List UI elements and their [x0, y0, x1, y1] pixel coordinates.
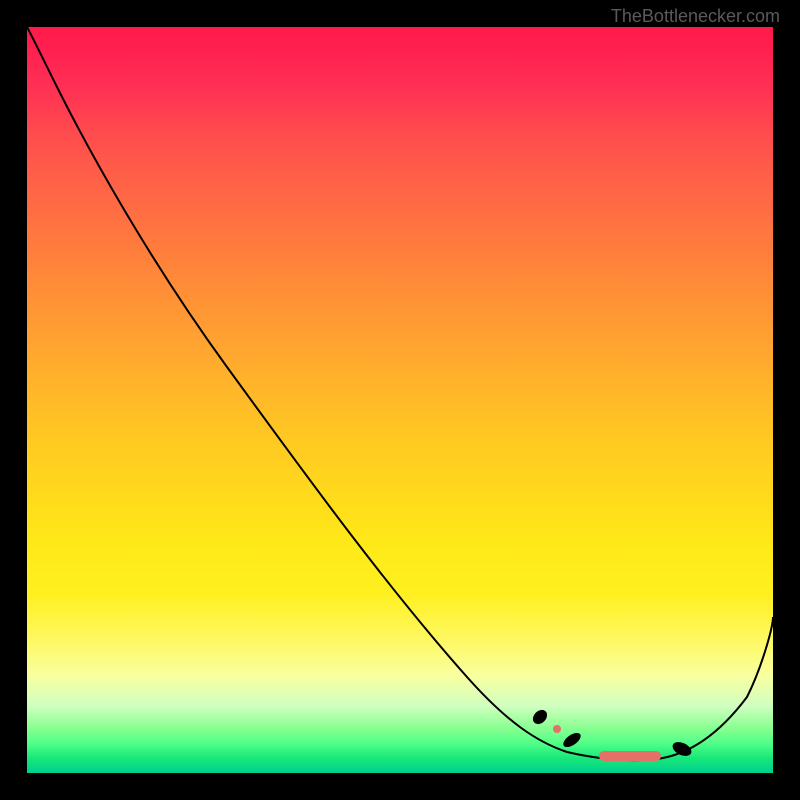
- curve-marker-bar: [599, 751, 661, 761]
- curve-svg: [27, 27, 773, 773]
- curve-marker: [530, 707, 550, 727]
- chart-container: [27, 27, 773, 773]
- attribution-text: TheBottlenecker.com: [611, 6, 780, 27]
- curve-marker: [553, 725, 561, 733]
- curve-marker: [561, 730, 583, 750]
- bottleneck-curve: [27, 27, 773, 760]
